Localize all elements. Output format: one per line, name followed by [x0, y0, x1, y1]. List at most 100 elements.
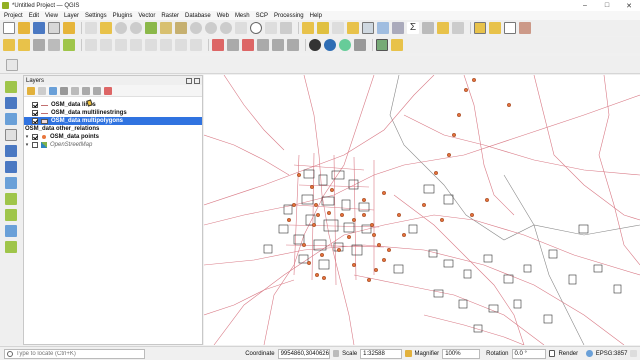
layer-item[interactable]: ▾ OpenStreetMap [24, 141, 202, 149]
menu-database[interactable]: Database [185, 13, 211, 19]
band-set-icon[interactable] [391, 39, 403, 51]
menu-project[interactable]: Project [4, 13, 23, 19]
collapse-all-icon[interactable] [93, 86, 101, 95]
layout-manager-icon[interactable] [63, 22, 75, 34]
rotation-field[interactable]: 0.0 ° [511, 348, 546, 359]
select-by-value-icon[interactable] [332, 22, 344, 34]
zoom-native-icon[interactable] [190, 22, 202, 34]
paste-features-icon[interactable] [160, 39, 172, 51]
label-pin-icon[interactable] [227, 39, 239, 51]
menu-plugins[interactable]: Plugins [113, 13, 133, 19]
select-features-icon[interactable] [317, 22, 329, 34]
crs-globe-icon[interactable] [586, 350, 593, 357]
save-project-icon[interactable] [33, 22, 45, 34]
label-tool-icon[interactable] [212, 39, 224, 51]
measure-icon[interactable] [422, 22, 434, 34]
quickmapservices-icon[interactable] [324, 39, 336, 51]
layer-visibility-checkbox[interactable] [32, 134, 38, 140]
add-vector-layer-side-icon[interactable] [5, 81, 17, 93]
add-vector-layer-icon[interactable] [63, 39, 75, 51]
add-wms-icon[interactable] [5, 193, 17, 205]
copy-features-icon[interactable] [145, 39, 157, 51]
text-annotation-icon[interactable] [452, 22, 464, 34]
menu-scp[interactable]: SCP [256, 13, 268, 19]
locator-input[interactable] [16, 350, 136, 357]
menu-layer[interactable]: Layer [64, 13, 79, 19]
filter-legend-icon[interactable] [60, 86, 68, 95]
scp-dock-icon[interactable] [489, 22, 501, 34]
menu-edit[interactable]: Edit [29, 13, 39, 19]
add-raster-layer-icon[interactable] [5, 97, 17, 109]
add-wfs-icon[interactable] [5, 209, 17, 221]
label-highlight-icon[interactable] [242, 39, 254, 51]
messages-icon[interactable] [630, 350, 637, 357]
refresh-icon[interactable] [280, 22, 292, 34]
layer-item-selected[interactable]: OSM_data multipolygons [24, 117, 202, 125]
layer-visibility-checkbox[interactable] [32, 102, 38, 108]
maximize-button[interactable]: □ [596, 2, 618, 10]
menu-raster[interactable]: Raster [161, 13, 179, 19]
redo-icon[interactable] [190, 39, 202, 51]
temporal-controller-icon[interactable] [250, 22, 262, 34]
menu-help[interactable]: Help [310, 13, 322, 19]
field-calculator-icon[interactable] [377, 22, 389, 34]
map-tips-icon[interactable] [437, 22, 449, 34]
globe-icon[interactable] [339, 39, 351, 51]
layer-visibility-checkbox[interactable] [32, 118, 38, 124]
bookmark-icon[interactable] [265, 22, 277, 34]
processing-toolbox-icon[interactable] [392, 22, 404, 34]
new-shapefile-icon[interactable] [5, 241, 17, 253]
new-map-view-icon[interactable] [235, 22, 247, 34]
label-rotate-icon[interactable] [272, 39, 284, 51]
open-project-icon[interactable] [18, 22, 30, 34]
collapse-arrow-icon[interactable]: ▾ [24, 142, 30, 148]
identify-features-icon[interactable] [302, 22, 314, 34]
open-layer-styling-icon[interactable] [27, 86, 35, 95]
zoom-last-icon[interactable] [205, 22, 217, 34]
toggle-editing-icon[interactable] [18, 39, 30, 51]
layer-item[interactable]: OSM_data other_relations [24, 125, 202, 133]
map-canvas[interactable] [204, 75, 640, 345]
zoom-to-layer-icon[interactable] [175, 22, 187, 34]
pan-to-selection-icon[interactable] [100, 22, 112, 34]
menu-vector[interactable]: Vector [138, 13, 155, 19]
save-edits-icon[interactable] [33, 39, 45, 51]
cut-features-icon[interactable] [130, 39, 142, 51]
remove-layer-icon[interactable] [104, 86, 112, 95]
scale-combo[interactable]: 1:32588 [360, 348, 402, 359]
layer-visibility-checkbox[interactable] [32, 142, 38, 148]
add-group-icon[interactable] [38, 86, 46, 95]
zoom-out-icon[interactable] [130, 22, 142, 34]
magnifier-field[interactable]: 100% [442, 348, 481, 359]
float-panel-icon[interactable] [186, 77, 192, 84]
layer-styling-icon[interactable] [474, 22, 486, 34]
undo-icon[interactable] [175, 39, 187, 51]
zoom-in-icon[interactable] [115, 22, 127, 34]
menu-mesh[interactable]: Mesh [235, 13, 250, 19]
menu-view[interactable]: View [45, 13, 58, 19]
deselect-icon[interactable] [347, 22, 359, 34]
add-wcs-icon[interactable] [5, 225, 17, 237]
add-postgis-icon[interactable] [5, 161, 17, 173]
zoom-full-icon[interactable] [145, 22, 157, 34]
statistics-sum-icon[interactable]: Σ [407, 22, 419, 34]
python-console-icon[interactable] [309, 39, 321, 51]
collapse-arrow-icon[interactable]: ▾ [24, 134, 30, 140]
add-mesh-layer-icon[interactable] [5, 113, 17, 125]
settings-gear-icon[interactable] [354, 39, 366, 51]
raster-icon[interactable] [376, 39, 388, 51]
new-project-icon[interactable] [3, 22, 15, 34]
render-checkbox[interactable] [548, 350, 556, 357]
new-print-layout-icon[interactable] [48, 22, 60, 34]
crs-label[interactable]: EPSG:3857 [596, 351, 628, 357]
layer-item[interactable]: OSM_data multilinestrings [24, 109, 202, 117]
lock-scale-icon[interactable] [404, 350, 412, 357]
zoom-to-selection-icon[interactable] [160, 22, 172, 34]
layer-visibility-checkbox[interactable] [32, 110, 38, 116]
move-feature-icon[interactable] [100, 39, 112, 51]
zoom-next-icon[interactable] [220, 22, 232, 34]
layer-item[interactable]: ▾ OSM_data points [24, 133, 202, 141]
label-move-icon[interactable] [257, 39, 269, 51]
menu-web[interactable]: Web [217, 13, 229, 19]
menu-processing[interactable]: Processing [274, 13, 304, 19]
